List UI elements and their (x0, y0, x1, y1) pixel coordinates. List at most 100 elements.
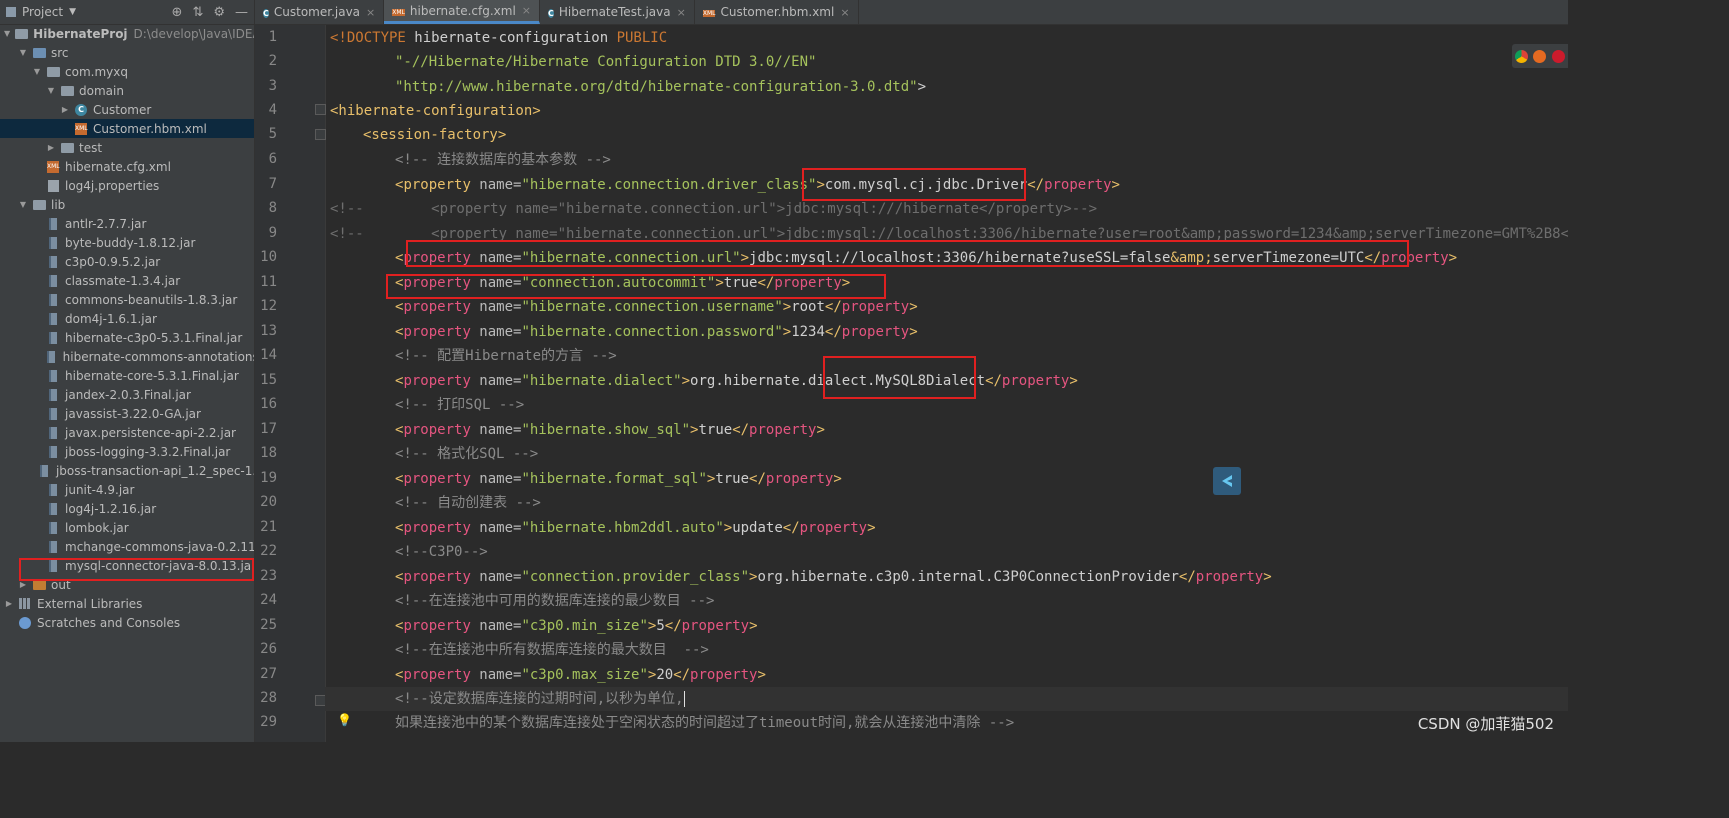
expand-arrow-icon[interactable]: ▼ (32, 67, 42, 76)
tree-item[interactable]: ▶ C Customer (0, 100, 254, 119)
code-line-10[interactable]: <property name="hibernate.connection.url… (395, 246, 1457, 270)
fold-marker-icon[interactable] (315, 129, 326, 140)
close-icon[interactable]: × (366, 6, 375, 19)
line-number[interactable]: 3 (255, 78, 277, 94)
line-number[interactable]: 6 (255, 151, 277, 167)
tree-item[interactable]: hibernate-c3p0-5.3.1.Final.jar (0, 328, 254, 347)
tree-item[interactable]: hibernate-core-5.3.1.Final.jar (0, 366, 254, 385)
line-number[interactable]: 8 (255, 200, 277, 216)
expand-arrow-icon[interactable]: ▼ (18, 48, 28, 57)
tree-item[interactable]: classmate-1.3.4.jar (0, 271, 254, 290)
line-number[interactable]: 25 (255, 617, 277, 633)
tree-item[interactable]: XML hibernate.cfg.xml (0, 157, 254, 176)
line-number[interactable]: 9 (255, 225, 277, 241)
code-line-11[interactable]: <property name="connection.autocommit">t… (395, 271, 850, 295)
tree-item[interactable]: XML Customer.hbm.xml (0, 119, 254, 138)
line-number[interactable]: 13 (255, 323, 277, 339)
editor-tab[interactable]: XML hibernate.cfg.xml × (384, 0, 541, 24)
collapse-all-icon[interactable]: ⇅ (192, 5, 203, 20)
tree-item[interactable]: ▼ src (0, 43, 254, 62)
tree-item[interactable]: ▼ HibernateProj D:\develop\Java\IDEACode\ (0, 24, 254, 43)
line-number[interactable]: 7 (255, 176, 277, 192)
opera-icon[interactable] (1552, 49, 1566, 63)
code-line-14[interactable]: <!-- 配置Hibernate的方言 --> (395, 344, 617, 368)
code-line-6[interactable]: <!-- 连接数据库的基本参数 --> (395, 148, 611, 172)
tree-item[interactable]: hibernate-commons-annotations-5.0. (0, 347, 254, 366)
line-number[interactable]: 18 (255, 445, 277, 461)
tree-item[interactable]: lombok.jar (0, 518, 254, 537)
line-number[interactable]: 10 (255, 249, 277, 265)
close-icon[interactable]: × (522, 4, 531, 17)
code-line-12[interactable]: <property name="hibernate.connection.use… (395, 295, 918, 319)
code-line-13[interactable]: <property name="hibernate.connection.pas… (395, 320, 918, 344)
tree-item[interactable]: jandex-2.0.3.Final.jar (0, 385, 254, 404)
code-line-27[interactable]: <property name="c3p0.max_size">20</prope… (395, 663, 766, 687)
tree-item[interactable]: javassist-3.22.0-GA.jar (0, 404, 254, 423)
line-number[interactable]: 1 (255, 29, 277, 45)
collapse-arrow-icon[interactable]: ▶ (4, 599, 14, 608)
close-icon[interactable]: × (677, 6, 686, 19)
code-line-24[interactable]: <!--在连接池中可用的数据库连接的最少数目 --> (395, 589, 714, 613)
tree-item[interactable]: ▼ domain (0, 81, 254, 100)
code-line-29[interactable]: 如果连接池中的某个数据库连接处于空闲状态的时间超过了timeout时间,就会从连… (395, 711, 1014, 735)
expand-arrow-icon[interactable]: ▼ (4, 29, 10, 38)
code-line-26[interactable]: <!--在连接池中所有数据库连接的最大数目 --> (395, 638, 709, 662)
lightbulb-icon[interactable]: 💡 (337, 713, 352, 727)
tree-item[interactable]: Scratches and Consoles (0, 613, 254, 632)
code-line-7[interactable]: <property name="hibernate.connection.dri… (395, 173, 1120, 197)
tree-item[interactable]: mysql-connector-java-8.0.13.jar (0, 556, 254, 575)
code-line-5[interactable]: <session-factory> (363, 123, 506, 147)
line-number[interactable]: 29 (255, 714, 277, 730)
editor-tab[interactable]: XML Customer.hbm.xml × (695, 0, 859, 24)
editor-tab[interactable]: C Customer.java × (255, 0, 385, 24)
tree-item[interactable]: log4j.properties (0, 176, 254, 195)
tree-item[interactable]: ▶ out (0, 575, 254, 594)
code-line-23[interactable]: <property name="connection.provider_clas… (395, 565, 1272, 589)
code-line-4[interactable]: <hibernate-configuration> (330, 99, 541, 123)
expand-arrow-icon[interactable]: ▼ (46, 86, 56, 95)
code-line-21[interactable]: <property name="hibernate.hbm2ddl.auto">… (395, 516, 876, 540)
code-with-me-icon[interactable] (1213, 467, 1241, 495)
code-line-19[interactable]: <property name="hibernate.format_sql">tr… (395, 467, 842, 491)
tree-item[interactable]: ▶ External Libraries (0, 594, 254, 613)
collapse-arrow-icon[interactable]: ▶ (18, 580, 28, 589)
line-number[interactable]: 21 (255, 519, 277, 535)
firefox-icon[interactable] (1533, 49, 1547, 63)
line-number[interactable]: 11 (255, 274, 277, 290)
line-number[interactable]: 15 (255, 372, 277, 388)
code-line-18[interactable]: <!-- 格式化SQL --> (395, 442, 538, 466)
code-area[interactable]: <!DOCTYPE hibernate-configuration PUBLIC… (325, 25, 1568, 742)
line-number[interactable]: 2 (255, 53, 277, 69)
close-icon[interactable]: × (840, 6, 849, 19)
code-line-8[interactable]: <!-- <property name="hibernate.connectio… (330, 197, 1097, 221)
line-number[interactable]: 14 (255, 347, 277, 363)
code-line-1[interactable]: <!DOCTYPE hibernate-configuration PUBLIC (330, 26, 667, 50)
line-number[interactable]: 22 (255, 543, 277, 559)
line-number[interactable]: 28 (255, 690, 277, 706)
code-line-25[interactable]: <property name="c3p0.min_size">5</proper… (395, 614, 758, 638)
code-editor[interactable]: 1 2 3 4 5 6 7 8 9 10 11 12 13 14 15 16 17 18 19 20 21 22 23 24 2… (255, 25, 1568, 742)
line-number[interactable]: 26 (255, 641, 277, 657)
fold-marker-icon[interactable] (315, 104, 326, 115)
expand-arrow-icon[interactable]: ▼ (18, 200, 28, 209)
tree-item[interactable]: javax.persistence-api-2.2.jar (0, 423, 254, 442)
line-number[interactable]: 24 (255, 592, 277, 608)
dropdown-arrow-icon[interactable]: ▼ (69, 7, 76, 17)
gear-icon[interactable]: ⚙ (213, 5, 225, 20)
tree-item[interactable]: byte-buddy-1.8.12.jar (0, 233, 254, 252)
code-line-3[interactable]: "http://www.hibernate.org/dtd/hibernate-… (395, 75, 926, 99)
chrome-icon[interactable] (1514, 49, 1528, 63)
project-panel-title[interactable]: Project (22, 5, 63, 19)
tree-item[interactable]: commons-beanutils-1.8.3.jar (0, 290, 254, 309)
project-view-icon[interactable] (4, 5, 18, 19)
line-number[interactable]: 27 (255, 666, 277, 682)
code-line-9[interactable]: <!-- <property name="hibernate.connectio… (330, 222, 1568, 246)
line-number[interactable]: 23 (255, 568, 277, 584)
line-number[interactable]: 20 (255, 494, 277, 510)
line-number[interactable]: 4 (255, 102, 277, 118)
collapse-arrow-icon[interactable]: ▶ (60, 105, 70, 114)
code-line-22[interactable]: <!--C3P0--> (395, 540, 488, 564)
code-line-17[interactable]: <property name="hibernate.show_sql">true… (395, 418, 825, 442)
tree-item[interactable]: jboss-transaction-api_1.2_spec-1.1.1.F (0, 461, 254, 480)
line-number[interactable]: 12 (255, 298, 277, 314)
